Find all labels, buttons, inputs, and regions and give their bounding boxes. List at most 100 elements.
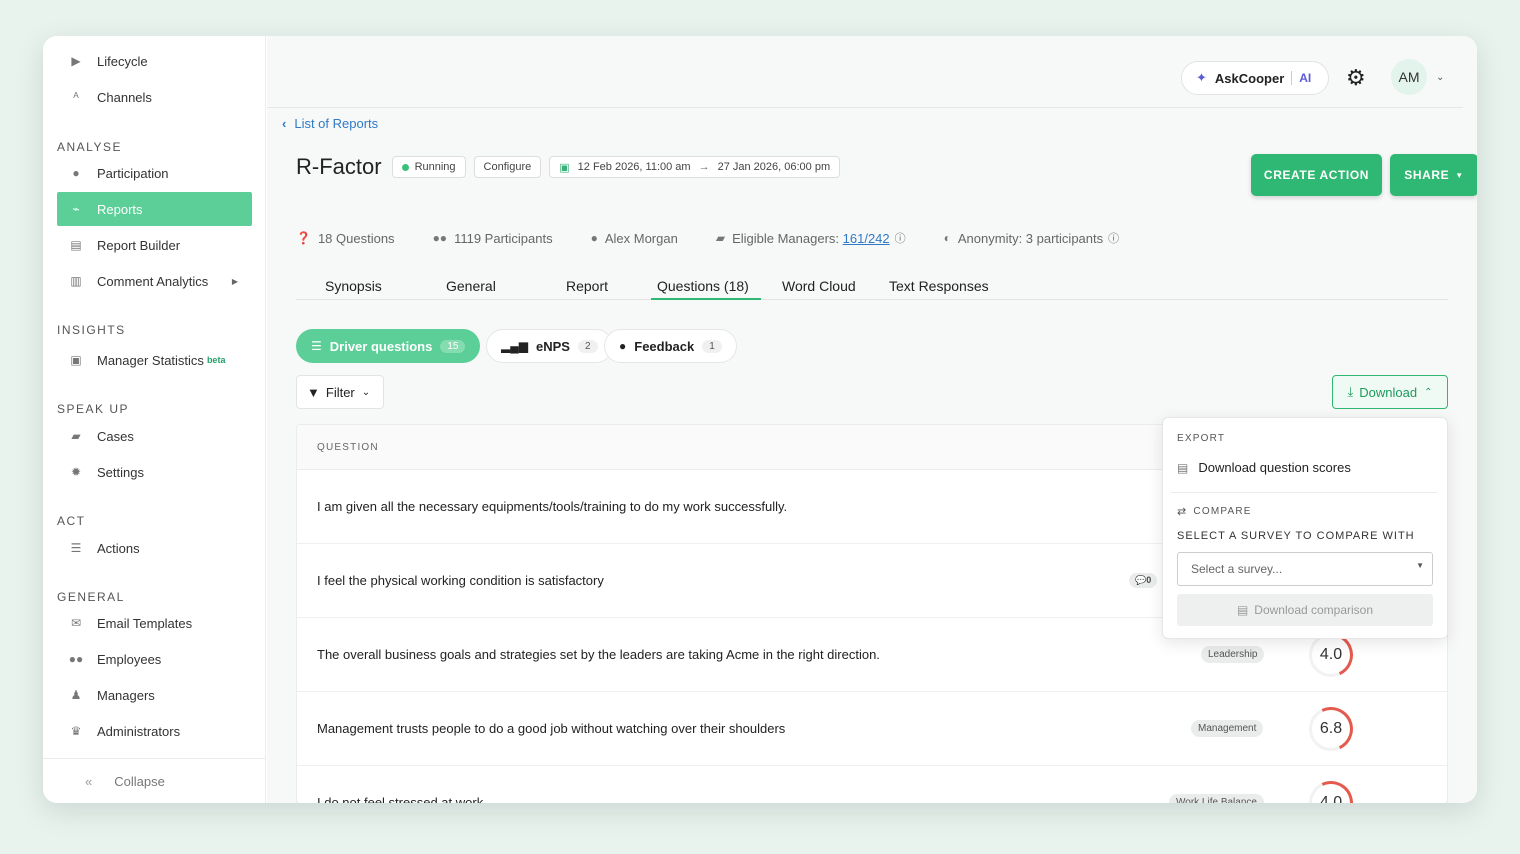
sidebar-item-employees[interactable]: ●● Employees bbox=[57, 642, 252, 676]
main-content: ✦ AskCooper AI ⚙ AM ⌄ ‹ List of Reports … bbox=[267, 36, 1477, 803]
category-tag: Work Life Balance bbox=[1169, 794, 1264, 803]
section-label-act: ACT bbox=[57, 514, 86, 528]
sidebar-item-actions[interactable]: ☰ Actions bbox=[57, 531, 252, 565]
user-icon: ● bbox=[590, 231, 598, 245]
sidebar-item-settings[interactable]: ✹ Settings bbox=[57, 455, 252, 489]
compare-section-label: ⇄ COMPARE bbox=[1177, 506, 1252, 518]
manager-stats-icon: ▣ bbox=[70, 353, 82, 367]
section-label-insights: INSIGHTS bbox=[57, 323, 126, 337]
settings-gear-icon[interactable]: ⚙ bbox=[1346, 65, 1366, 91]
stat-eligible-managers: ▰ Eligible Managers: 161/242 ⓘ bbox=[715, 230, 906, 246]
sidebar-item-cases[interactable]: ▰ Cases bbox=[57, 419, 252, 453]
download-question-scores-item[interactable]: ▤ Download question scores bbox=[1177, 460, 1351, 475]
category-tag: Management bbox=[1191, 720, 1264, 737]
file-edit-icon: ▤ bbox=[70, 238, 82, 252]
topbar: ✦ AskCooper AI ⚙ AM ⌄ bbox=[267, 36, 1463, 108]
file-icon: ▤ bbox=[1177, 460, 1189, 475]
sidebar-item-report-builder[interactable]: ▤ Report Builder bbox=[57, 228, 252, 262]
channels-icon: ᴬ bbox=[73, 90, 79, 104]
sidebar-item-comment-analytics[interactable]: ▥ Comment Analytics ▶ bbox=[57, 264, 252, 298]
chart-line-icon: ⌁ bbox=[72, 202, 80, 216]
sidebar-item-administrators[interactable]: ♛ Administrators bbox=[57, 714, 252, 748]
table-row[interactable]: Management trusts people to do a good jo… bbox=[297, 692, 1447, 766]
status-dot-icon bbox=[401, 163, 409, 171]
sidebar-item-participation[interactable]: ● Participation bbox=[57, 156, 252, 190]
status-badge: Running bbox=[391, 156, 466, 178]
section-label-speak-up: SPEAK UP bbox=[57, 402, 130, 416]
export-section-label: EXPORT bbox=[1177, 433, 1226, 444]
signal-icon: ▂▄▆ bbox=[501, 339, 528, 353]
pill-enps[interactable]: ▂▄▆ eNPS 2 bbox=[486, 329, 613, 363]
comment-count-badge[interactable]: 💬0 bbox=[1129, 573, 1158, 588]
caret-down-icon: ▼ bbox=[1416, 561, 1424, 570]
share-button[interactable]: SHARE ▼ bbox=[1390, 154, 1477, 196]
section-label-analyse: ANALYSE bbox=[57, 140, 122, 154]
sidebar: ▶ Lifecycle ᴬ Channels ANALYSE ● Partici… bbox=[43, 36, 266, 803]
folder-icon: ▰ bbox=[71, 429, 81, 443]
briefcase-icon: ▰ bbox=[715, 231, 726, 245]
stat-owner: ● Alex Morgan bbox=[590, 230, 678, 246]
pill-driver-questions[interactable]: ☰ Driver questions 15 bbox=[296, 329, 481, 363]
info-icon[interactable]: ⓘ bbox=[1108, 230, 1119, 246]
list-icon: ☰ bbox=[311, 339, 322, 353]
exchange-icon: ⇄ bbox=[1177, 506, 1188, 518]
arrow-right-icon: → bbox=[698, 161, 710, 173]
create-action-button[interactable]: CREATE ACTION bbox=[1251, 154, 1382, 196]
stat-participants: ●● 1119 Participants bbox=[432, 230, 553, 246]
crown-icon: ♛ bbox=[70, 724, 82, 738]
tab-word-cloud[interactable]: Word Cloud bbox=[782, 278, 856, 294]
section-label-general: GENERAL bbox=[57, 590, 125, 604]
title-row: R-Factor Running Configure ▣ 12 Feb 2026… bbox=[296, 154, 848, 180]
collapse-button[interactable]: « Collapse bbox=[43, 758, 266, 803]
sparkle-icon: ✦ bbox=[1196, 70, 1207, 85]
tab-text-responses[interactable]: Text Responses bbox=[889, 278, 989, 294]
eligible-managers-link[interactable]: 161/242 bbox=[843, 231, 890, 246]
list-icon: ☰ bbox=[70, 541, 82, 555]
user-check-icon: ● bbox=[72, 166, 80, 180]
chevron-up-icon: ⌃ bbox=[1424, 386, 1433, 398]
download-icon: ⤓ bbox=[1347, 384, 1354, 399]
filter-icon: ▼ bbox=[307, 384, 320, 400]
lifecycle-icon: ▶ bbox=[71, 54, 81, 68]
download-comparison-button[interactable]: ▤ Download comparison bbox=[1177, 594, 1433, 626]
configure-button[interactable]: Configure bbox=[473, 156, 542, 178]
pill-feedback[interactable]: ● Feedback 1 bbox=[604, 329, 737, 363]
info-icon[interactable]: ⓘ bbox=[895, 230, 906, 246]
users-icon: ●● bbox=[432, 231, 448, 245]
download-dropdown: EXPORT ▤ Download question scores ⇄ COMP… bbox=[1162, 417, 1448, 639]
sidebar-item-manager-statistics[interactable]: ▣ Manager Statistics beta bbox=[57, 343, 252, 377]
caret-right-icon: ▶ bbox=[231, 276, 238, 286]
file-icon: ▤ bbox=[1236, 603, 1249, 617]
date-range: ▣ 12 Feb 2026, 11:00 am → 27 Jan 2026, 0… bbox=[549, 156, 841, 178]
tab-report[interactable]: Report bbox=[566, 278, 608, 294]
double-chevron-left-icon: « bbox=[85, 773, 93, 789]
score-ring: 6.8 bbox=[1309, 706, 1353, 751]
tab-general[interactable]: General bbox=[446, 278, 496, 294]
tab-synopsis[interactable]: Synopsis bbox=[325, 278, 382, 294]
chevron-down-icon[interactable]: ⌄ bbox=[1436, 72, 1444, 83]
caret-down-icon: ▼ bbox=[1455, 170, 1464, 180]
calendar-icon: ▣ bbox=[559, 161, 570, 174]
sidebar-item-channels[interactable]: ᴬ Channels bbox=[57, 80, 252, 114]
sidebar-item-email-templates[interactable]: ✉ Email Templates bbox=[57, 606, 252, 640]
table-row[interactable]: I do not feel stressed at work Work Life… bbox=[297, 766, 1447, 803]
shield-icon: ◐ bbox=[943, 231, 951, 245]
tab-questions[interactable]: Questions (18) bbox=[651, 278, 761, 300]
filter-button[interactable]: ▼ Filter ⌄ bbox=[296, 375, 384, 409]
sidebar-item-managers[interactable]: ♟ Managers bbox=[57, 678, 252, 712]
select-survey-title: SELECT A SURVEY TO COMPARE WITH bbox=[1177, 530, 1415, 542]
download-button[interactable]: ⤓ Download ⌃ bbox=[1332, 375, 1448, 409]
avatar[interactable]: AM bbox=[1391, 59, 1427, 95]
user-tie-icon: ♟ bbox=[70, 688, 82, 702]
score-ring: 4.0 bbox=[1309, 780, 1353, 803]
sidebar-item-lifecycle[interactable]: ▶ Lifecycle bbox=[57, 44, 252, 78]
page-title: R-Factor bbox=[296, 154, 382, 179]
back-to-list-link[interactable]: ‹ List of Reports bbox=[282, 116, 378, 131]
askcooper-button[interactable]: ✦ AskCooper AI bbox=[1181, 61, 1329, 95]
beta-badge: beta bbox=[206, 355, 226, 365]
report-stats: ❓ 18 Questions ●● 1119 Participants ● Al… bbox=[296, 230, 1157, 246]
gear-icon: ✹ bbox=[70, 465, 82, 479]
question-circle-icon: ❓ bbox=[296, 231, 311, 245]
survey-select[interactable]: Select a survey... ▼ bbox=[1177, 552, 1433, 586]
sidebar-item-reports[interactable]: ⌁ Reports bbox=[57, 192, 252, 226]
